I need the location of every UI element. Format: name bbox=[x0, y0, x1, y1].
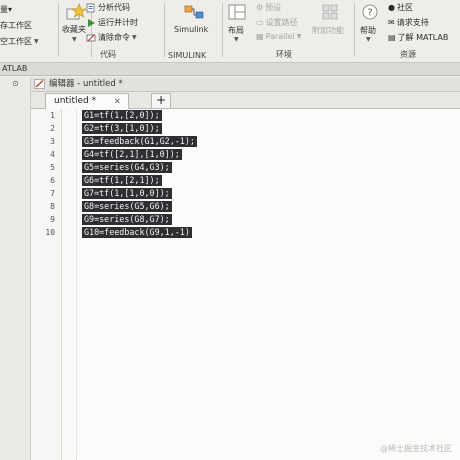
variable-label: 量▾ bbox=[0, 5, 13, 14]
watermark-text: @稀土掘金技术社区 bbox=[380, 444, 452, 453]
chevron-down-icon: ▼ bbox=[34, 38, 39, 45]
layout-label: 布局 bbox=[228, 26, 244, 35]
clear-commands-button[interactable]: 清除命令 ▼ bbox=[86, 32, 137, 43]
support-icon: ✉ bbox=[388, 18, 395, 27]
ribbon-divider bbox=[354, 3, 355, 57]
code-line[interactable]: G7=tf(1,[1,0,0]); bbox=[82, 188, 172, 199]
matlab-strip-label: ATLAB bbox=[2, 64, 28, 73]
editor-title-bar: 编辑器 - untitled * bbox=[31, 77, 460, 92]
code-section-label: 代码 bbox=[100, 50, 116, 59]
code-line[interactable]: G3=feedback(G1,G2,-1); bbox=[82, 136, 197, 147]
add-tab-button[interactable]: + bbox=[151, 93, 171, 109]
addons-label: 附加功能 bbox=[312, 26, 344, 35]
layout-button[interactable]: 布局 ▼ bbox=[224, 0, 252, 62]
ribbon-divider bbox=[222, 3, 223, 57]
resources-section-label: 资源 bbox=[400, 50, 416, 59]
line-number: 3 bbox=[50, 137, 55, 146]
code-line[interactable]: G9=series(G8,G7); bbox=[82, 214, 172, 225]
editor-tab-bar: untitled * ✕ + bbox=[31, 92, 460, 109]
help-label: 帮助 bbox=[360, 26, 376, 35]
clear-commands-icon bbox=[86, 34, 96, 41]
folder-icon: ▭ bbox=[256, 18, 264, 27]
set-path-label: 设置路径 bbox=[265, 18, 298, 27]
save-workspace-button[interactable]: 存工作区 bbox=[0, 20, 32, 31]
code-line[interactable]: G5=series(G4,G3); bbox=[82, 162, 172, 173]
run-and-time-label: 运行并计时 bbox=[98, 18, 138, 27]
addons-button[interactable]: 附加功能 bbox=[310, 0, 350, 62]
preferences-label: 预设 bbox=[265, 3, 282, 12]
code-line[interactable]: G10=feedback(G9,1,-1) bbox=[82, 227, 192, 238]
analyze-code-label: 分析代码 bbox=[98, 3, 130, 12]
code-line[interactable]: G4=tf([2,1],[1,0]); bbox=[82, 149, 182, 160]
plus-icon: + bbox=[155, 93, 167, 107]
line-number: 2 bbox=[50, 124, 55, 133]
help-button[interactable]: ? 帮助 ▼ bbox=[356, 0, 384, 62]
line-number: 10 bbox=[45, 228, 55, 237]
layout-icon bbox=[228, 4, 246, 20]
help-icon: ? bbox=[362, 4, 378, 20]
tab-untitled[interactable]: untitled * ✕ bbox=[45, 93, 129, 109]
code-line[interactable]: G8=series(G5,G6); bbox=[82, 201, 172, 212]
variable-dropdown[interactable]: 量▾ bbox=[0, 4, 12, 15]
clear-commands-label: 清除命令 bbox=[98, 33, 130, 42]
svg-text:?: ? bbox=[367, 8, 372, 19]
analyze-code-button[interactable]: 分析代码 bbox=[86, 2, 130, 13]
left-panel-edge: ⊙ bbox=[0, 77, 31, 460]
clear-workspace-button[interactable]: 空工作区 ▼ bbox=[0, 36, 39, 47]
line-number: 5 bbox=[50, 163, 55, 172]
line-number-gutter bbox=[31, 109, 62, 460]
preferences-button[interactable]: ⚙ 预设 bbox=[256, 2, 281, 13]
gear-icon: ⚙ bbox=[256, 3, 264, 12]
analyze-code-icon bbox=[86, 3, 95, 12]
tab-untitled-label: untitled * bbox=[54, 96, 97, 106]
environment-section-label: 环境 bbox=[276, 50, 292, 59]
simulink-section-label: SIMULINK bbox=[168, 51, 207, 60]
code-line[interactable]: G2=tf(3,[1,0]); bbox=[82, 123, 162, 134]
line-number: 6 bbox=[50, 176, 55, 185]
parallel-icon: ▦ bbox=[256, 32, 264, 41]
line-number: 7 bbox=[50, 189, 55, 198]
community-icon: ● bbox=[388, 3, 395, 12]
favorites-star-icon bbox=[66, 3, 86, 20]
toolstrip-ribbon: 量▾ 存工作区 空工作区 ▼ 收藏夹 ▼ 分析代码 运行并计时 清除命令 ▼ 代… bbox=[0, 0, 460, 63]
community-link[interactable]: ● 社区 bbox=[388, 2, 413, 13]
request-support-link[interactable]: ✉ 请求支持 bbox=[388, 17, 429, 28]
code-line[interactable]: G1=tf(1,[2,0]); bbox=[82, 110, 162, 121]
learn-icon: ▤ bbox=[388, 33, 396, 42]
line-number: 1 bbox=[50, 111, 55, 120]
panel-options-icon[interactable]: ⊙ bbox=[12, 79, 19, 88]
learn-matlab-label: 了解 MATLAB bbox=[397, 33, 449, 42]
line-number: 9 bbox=[50, 215, 55, 224]
ribbon-divider bbox=[164, 3, 165, 57]
parallel-dropdown[interactable]: ▦ Parallel ▼ bbox=[256, 32, 301, 41]
clear-workspace-label: 空工作区 bbox=[0, 37, 32, 46]
chevron-down-icon: ▼ bbox=[234, 36, 239, 43]
favorites-label: 收藏夹 bbox=[62, 25, 86, 34]
set-path-button[interactable]: ▭ 设置路径 bbox=[256, 17, 298, 28]
matlab-address-strip: ATLAB bbox=[0, 63, 460, 76]
ribbon-divider bbox=[58, 3, 59, 57]
simulink-label: Simulink bbox=[174, 25, 209, 34]
run-and-time-button[interactable]: 运行并计时 bbox=[86, 17, 138, 28]
addons-icon bbox=[322, 4, 338, 20]
request-support-label: 请求支持 bbox=[396, 18, 429, 27]
save-workspace-label: 存工作区 bbox=[0, 21, 32, 30]
chevron-down-icon: ▼ bbox=[366, 36, 371, 43]
chevron-down-icon: ▼ bbox=[132, 34, 137, 41]
close-icon[interactable]: ✕ bbox=[114, 94, 121, 109]
line-number: 8 bbox=[50, 202, 55, 211]
learn-matlab-link[interactable]: ▤ 了解 MATLAB bbox=[388, 32, 448, 43]
chevron-down-icon: ▼ bbox=[296, 33, 302, 40]
parallel-label: Parallel bbox=[265, 32, 295, 41]
editor-pencil-icon bbox=[34, 79, 45, 89]
code-fold-margin bbox=[62, 109, 77, 460]
editor-title-text: 编辑器 - untitled * bbox=[49, 79, 123, 89]
line-number: 4 bbox=[50, 150, 55, 159]
run-and-time-icon bbox=[88, 18, 95, 27]
community-label: 社区 bbox=[396, 3, 413, 12]
simulink-icon bbox=[184, 5, 204, 19]
chevron-down-icon: ▼ bbox=[72, 36, 77, 43]
code-line[interactable]: G6=tf(1,[2,1]); bbox=[82, 175, 162, 186]
